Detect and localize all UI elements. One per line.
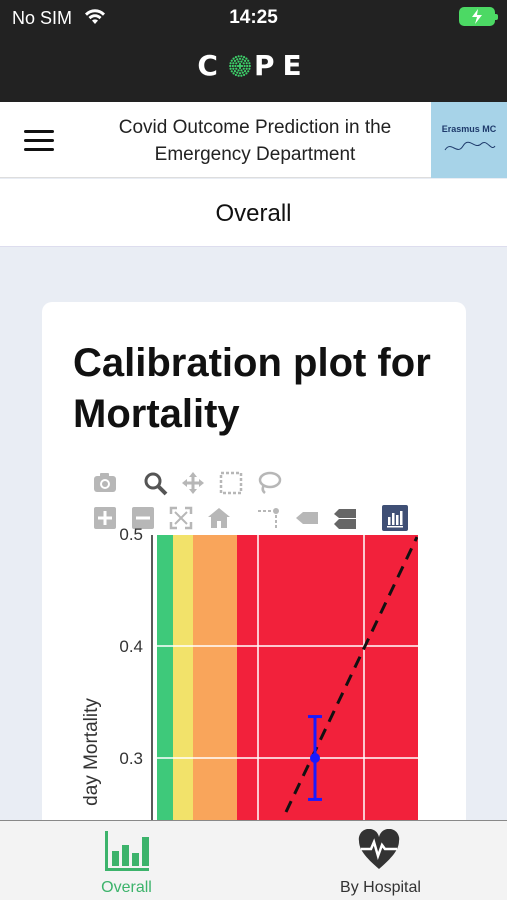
y-axis-label: day Mortality: [81, 698, 102, 806]
tab-bar: Overall By Hospital: [0, 820, 507, 900]
pan-icon[interactable]: [182, 472, 204, 494]
lasso-select-icon[interactable]: [258, 471, 282, 494]
hover-compare-icon[interactable]: [334, 509, 356, 529]
spike-lines-icon[interactable]: [258, 508, 279, 529]
zoom-icon[interactable]: [144, 472, 168, 496]
camera-icon[interactable]: [94, 473, 116, 492]
y-tick-label: 0.3: [119, 749, 143, 768]
hover-closest-icon[interactable]: [296, 512, 318, 524]
risk-band: [173, 535, 193, 820]
risk-band: [193, 535, 237, 820]
risk-band: [157, 535, 173, 820]
bar-chart-icon: [105, 831, 149, 871]
box-select-icon[interactable]: [219, 471, 243, 495]
tab-overall[interactable]: Overall: [0, 821, 253, 900]
calibration-chart: 0.5 0.4 0.3 day Mortality: [81, 471, 418, 820]
tab-by-hospital-label: By Hospital: [340, 879, 421, 896]
plotly-logo-icon[interactable]: [382, 505, 408, 531]
autoscale-icon[interactable]: [169, 506, 193, 530]
reset-axes-icon[interactable]: [208, 508, 230, 528]
point-marker: [310, 753, 320, 763]
zoom-in-icon[interactable]: [94, 507, 116, 529]
tab-overall-label: Overall: [101, 879, 152, 896]
risk-band: [237, 535, 418, 820]
heartbeat-icon: [358, 829, 400, 869]
y-tick-label: 0.5: [119, 525, 143, 544]
tab-by-hospital[interactable]: By Hospital: [254, 821, 507, 900]
y-tick-label: 0.4: [119, 637, 143, 656]
